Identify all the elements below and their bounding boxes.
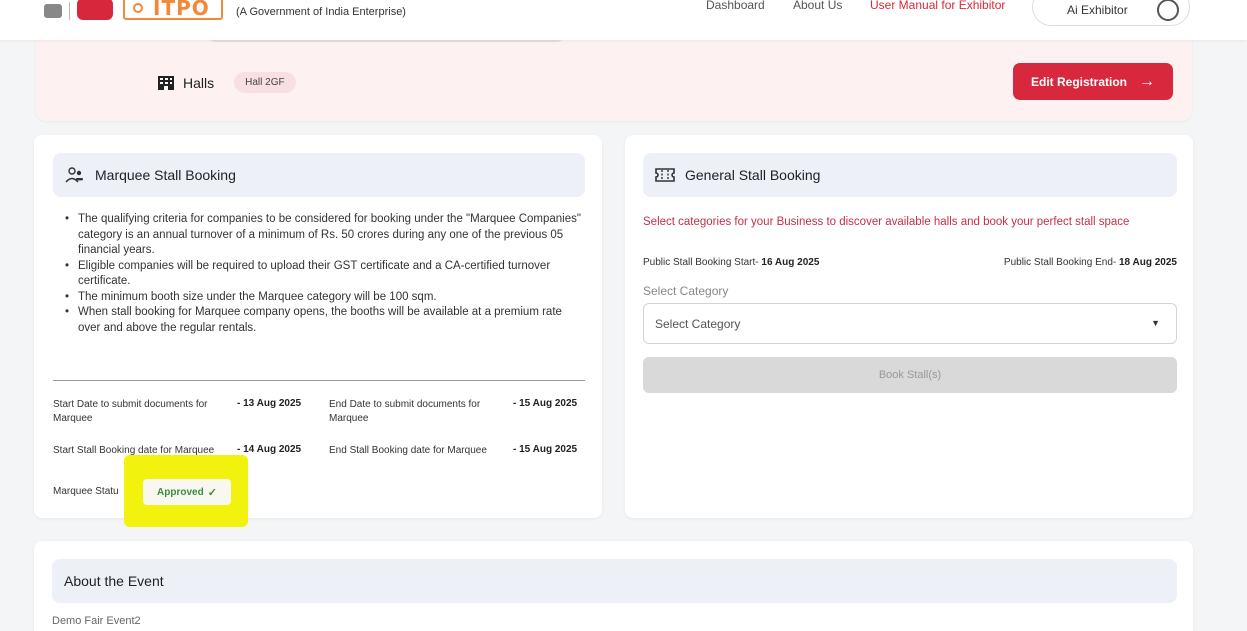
end-booking-value: - 15 Aug 2025 bbox=[513, 444, 578, 455]
itpo-logo-text: ITPO bbox=[153, 0, 210, 20]
edit-registration-label: Edit Registration bbox=[1030, 74, 1127, 89]
brand-logo-badge bbox=[77, 0, 113, 20]
book-stalls-label: Book Stall(s) bbox=[878, 369, 942, 381]
logo-divider bbox=[69, 2, 70, 20]
end-booking-label: End Stall Booking date for Marquee bbox=[329, 445, 487, 456]
nav-dashboard[interactable]: Dashboard bbox=[706, 0, 765, 12]
about-card-title: About the Event bbox=[64, 573, 164, 589]
halls-row: Halls Hall 2GF bbox=[157, 72, 296, 93]
user-menu[interactable]: Ai Exhibitor bbox=[1032, 0, 1190, 26]
marquee-card-title: Marquee Stall Booking bbox=[95, 167, 236, 183]
status-badge-label: Approved bbox=[157, 486, 204, 498]
end-docs-value: - 15 Aug 2025 bbox=[513, 398, 578, 409]
list-item: When stall booking for Marquee company o… bbox=[65, 305, 585, 336]
hall-chip: Hall 2GF bbox=[234, 72, 296, 93]
itpo-logo[interactable]: ITPO bbox=[123, 0, 223, 20]
marquee-booking-card: Marquee Stall Booking The qualifying cri… bbox=[34, 135, 602, 518]
about-card-header: About the Event bbox=[52, 559, 1177, 603]
public-booking-end: Public Stall Booking End- 18 Aug 2025 bbox=[1004, 257, 1177, 268]
status-badge: Approved ✓ bbox=[143, 479, 231, 505]
user-name: Ai Exhibitor bbox=[1067, 3, 1128, 17]
about-event-card: About the Event Demo Fair Event2 bbox=[34, 541, 1193, 631]
category-select[interactable]: Select Category ▼ bbox=[643, 303, 1177, 344]
list-item: The minimum booth size under the Marquee… bbox=[65, 290, 585, 306]
users-icon bbox=[65, 167, 83, 183]
arrow-right-icon: → bbox=[1139, 72, 1155, 90]
ticket-icon bbox=[655, 168, 675, 182]
list-item: The qualifying criteria for companies to… bbox=[65, 212, 585, 259]
general-card-title: General Stall Booking bbox=[685, 167, 821, 183]
category-select-value: Select Category bbox=[655, 316, 741, 331]
nav-user-manual[interactable]: User Manual for Exhibitor bbox=[870, 0, 1005, 12]
select-category-label: Select Category bbox=[643, 284, 729, 298]
divider bbox=[53, 380, 585, 381]
general-booking-card: General Stall Booking Select categories … bbox=[625, 135, 1193, 518]
org-tagline: (A Government of India Enterprise) bbox=[236, 6, 406, 18]
top-header: ITPO (A Government of India Enterprise) … bbox=[0, 0, 1247, 40]
marquee-card-header: Marquee Stall Booking bbox=[53, 153, 585, 197]
public-end-value: 18 Aug 2025 bbox=[1119, 257, 1177, 268]
public-start-label: Public Stall Booking Start- bbox=[643, 257, 759, 268]
general-card-header: General Stall Booking bbox=[643, 153, 1177, 197]
start-booking-value: - 14 Aug 2025 bbox=[237, 444, 302, 455]
user-avatar-icon bbox=[1157, 0, 1179, 21]
halls-label: Halls bbox=[183, 74, 215, 91]
marquee-status-label: Marquee Statu bbox=[53, 486, 119, 497]
end-docs-label: End Date to submit documents for Marquee bbox=[329, 399, 481, 424]
start-docs-value: - 13 Aug 2025 bbox=[237, 398, 302, 409]
start-docs-label: Start Date to submit documents for Marqu… bbox=[53, 399, 208, 424]
list-item: Eligible companies will be required to u… bbox=[65, 259, 585, 290]
marquee-criteria-list: The qualifying criteria for companies to… bbox=[65, 212, 585, 336]
check-circle-icon: ✓ bbox=[207, 486, 217, 499]
nav-about-us[interactable]: About Us bbox=[793, 0, 842, 12]
caret-down-icon: ▼ bbox=[1151, 318, 1160, 328]
logo-mark-icon bbox=[133, 3, 143, 13]
category-promo-text: Select categories for your Business to d… bbox=[643, 216, 1130, 228]
event-description: Demo Fair Event2 bbox=[52, 615, 141, 627]
building-icon bbox=[158, 75, 174, 90]
public-start-value: 16 Aug 2025 bbox=[761, 257, 820, 268]
public-end-label: Public Stall Booking End- bbox=[1003, 257, 1117, 268]
emblem-logo bbox=[44, 4, 62, 18]
public-booking-start: Public Stall Booking Start- 16 Aug 2025 bbox=[643, 257, 819, 268]
edit-registration-button[interactable]: Edit Registration → bbox=[1013, 63, 1173, 100]
book-stalls-button[interactable]: Book Stall(s) bbox=[643, 357, 1177, 393]
